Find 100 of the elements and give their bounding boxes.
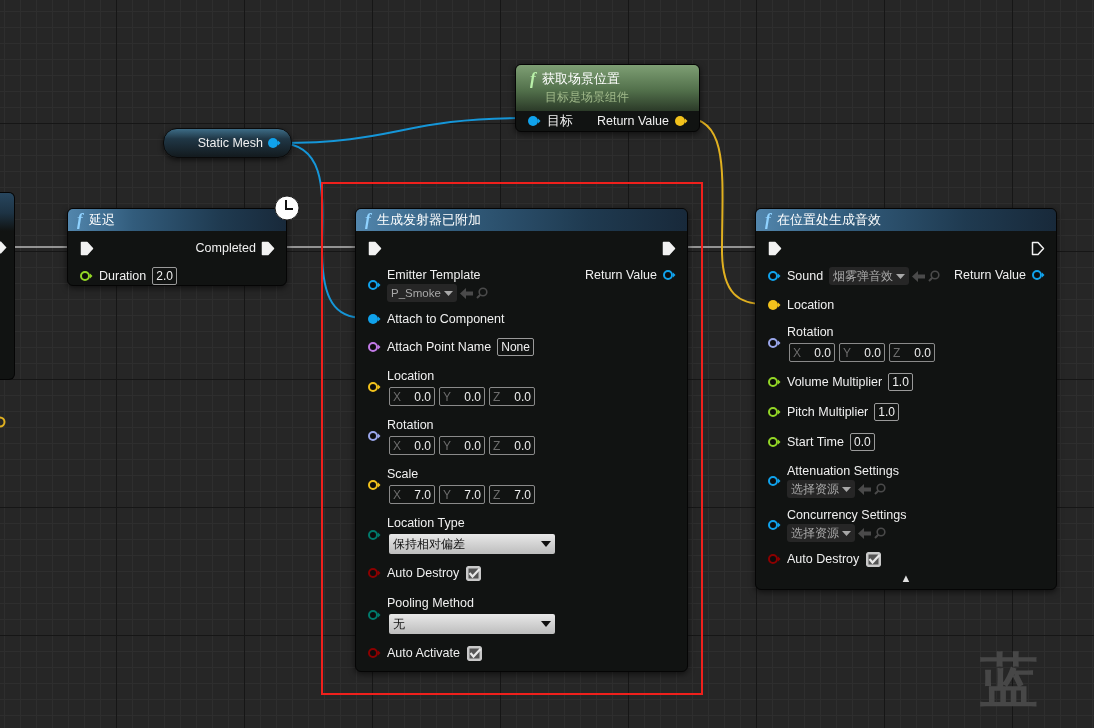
exec-pin-icon[interactable]: [1031, 240, 1045, 256]
dropdown[interactable]: 无: [389, 614, 555, 634]
axis-label: Z: [493, 438, 501, 453]
field-value: 0.0: [864, 345, 881, 360]
value-field[interactable]: Z 7.0: [489, 485, 535, 504]
axis-label: Z: [893, 345, 901, 360]
exec-pin-icon[interactable]: [0, 240, 7, 255]
checkbox[interactable]: [866, 551, 882, 567]
pin-label: Auto Activate: [387, 645, 460, 661]
axis-label: Y: [443, 389, 451, 404]
value-field[interactable]: Z 0.0: [489, 436, 535, 455]
axis-label: Y: [843, 345, 851, 360]
function-icon: f: [77, 211, 83, 229]
pin-icon[interactable]: [527, 115, 541, 127]
value-field[interactable]: 0.0: [849, 433, 875, 451]
pin-icon[interactable]: [267, 137, 281, 149]
pin-icon[interactable]: [767, 299, 781, 311]
value-field[interactable]: X 0.0: [389, 436, 435, 455]
field-value: 0.0: [464, 438, 481, 453]
value-field[interactable]: X 0.0: [389, 387, 435, 406]
axis-label: X: [393, 487, 401, 502]
value-field[interactable]: X 7.0: [389, 485, 435, 504]
pin-icon[interactable]: [79, 270, 93, 282]
checkbox[interactable]: [466, 645, 482, 661]
field-value: 7.0: [414, 487, 431, 502]
pin-icon[interactable]: [367, 430, 381, 442]
pin-icon[interactable]: [767, 436, 781, 448]
pin-label: Concurrency Settings: [787, 507, 907, 523]
axis-label: Z: [493, 487, 501, 502]
exec-pin-icon[interactable]: [261, 240, 275, 256]
pin-icon[interactable]: [367, 479, 381, 491]
asset-dropdown[interactable]: 选择资源: [787, 524, 855, 542]
pin-label: Start Time: [787, 434, 844, 450]
pin-label: Return Value: [584, 267, 657, 283]
exec-pin-icon[interactable]: [368, 240, 382, 256]
pin-icon[interactable]: [367, 381, 381, 393]
axis-label: X: [393, 389, 401, 404]
pin-icon[interactable]: [662, 269, 676, 281]
value-field[interactable]: Y 0.0: [439, 387, 485, 406]
asset-dropdown[interactable]: P_Smoke: [387, 284, 457, 302]
dropdown-arrow-icon: [443, 290, 453, 296]
pin-label: Rotation: [387, 417, 435, 433]
axis-label: X: [793, 345, 801, 360]
asset-dropdown[interactable]: 烟雾弹音效: [829, 267, 910, 285]
value-field[interactable]: Z 0.0: [489, 387, 535, 406]
exec-pin-icon[interactable]: [768, 240, 782, 256]
checkbox[interactable]: [466, 565, 482, 581]
exec-pin-icon[interactable]: [80, 240, 94, 256]
exec-pin-icon[interactable]: [662, 240, 676, 256]
pin-icon[interactable]: [767, 376, 781, 388]
function-icon: f: [365, 211, 371, 229]
pin-icon[interactable]: [0, 416, 6, 428]
pin-label: Auto Destroy: [787, 551, 860, 567]
pin-icon[interactable]: [767, 270, 781, 282]
axis-label: X: [393, 438, 401, 453]
dropdown[interactable]: 保持相对偏差: [389, 534, 555, 554]
node-title: 生成发射器已附加: [376, 211, 481, 229]
node-title: Static Mesh: [197, 135, 263, 151]
pin-icon[interactable]: [367, 313, 381, 325]
axis-label: Y: [443, 438, 451, 453]
value-field[interactable]: 2.0: [152, 267, 177, 285]
pin-label: Rotation: [787, 324, 835, 340]
pin-icon[interactable]: [367, 278, 381, 291]
advanced-toggle[interactable]: ▲: [900, 572, 912, 584]
field-value: 0.0: [414, 438, 431, 453]
pin-icon[interactable]: [367, 341, 381, 353]
node-subtitle: 目标是场景组件: [544, 89, 629, 106]
pin-icon[interactable]: [767, 474, 781, 487]
value-field[interactable]: 1.0: [874, 403, 899, 421]
pin-label: Emitter Template: [387, 267, 482, 283]
pin-label: Return Value: [953, 267, 1026, 283]
dropdown-arrow-icon: [842, 530, 851, 536]
pin-label: Pooling Method: [387, 595, 475, 611]
function-node[interactable]: f 在位置处生成音效 Sound 烟雾弹音效 Location Rotation X 0.0 Y 0.0 Z 0.0 Volume Multiplier 1.0 Pitch Multiplier 1.0 Start Time 0.0 Attenuation Settings 选择资源 Concurrency Settings 选择资源 Auto Destroy Return Value ▲: [755, 208, 1057, 590]
variable-node[interactable]: Static Mesh: [163, 128, 292, 158]
value-field[interactable]: X 0.0: [789, 343, 835, 362]
pin-icon[interactable]: [767, 337, 781, 349]
field-value: 0.0: [464, 389, 481, 404]
field-value: 0.0: [514, 438, 531, 453]
axis-label: Z: [493, 389, 501, 404]
function-node[interactable]: [355, 208, 688, 672]
pin-icon[interactable]: [767, 518, 781, 531]
pin-icon[interactable]: [1031, 269, 1045, 281]
value-field[interactable]: 1.0: [888, 373, 913, 391]
pin-label: Location: [387, 368, 436, 384]
asset-dropdown[interactable]: 选择资源: [787, 480, 855, 498]
pin-icon[interactable]: [767, 406, 781, 418]
pin-label: Return Value: [596, 113, 669, 129]
function-node[interactable]: f 延迟 Completed Duration 2.0: [67, 208, 287, 286]
value-field[interactable]: Y 0.0: [439, 436, 485, 455]
pin-icon[interactable]: [674, 115, 688, 127]
function-icon: f: [765, 211, 771, 229]
field-value: 0.0: [814, 345, 831, 360]
function-node[interactable]: f 获取场景位置 目标是场景组件 目标 Return Value: [515, 64, 700, 132]
field-value: 0.0: [914, 345, 931, 360]
value-field[interactable]: Y 7.0: [439, 485, 485, 504]
value-field[interactable]: Z 0.0: [889, 343, 935, 362]
value-field[interactable]: None: [497, 338, 534, 356]
field-value: 7.0: [514, 487, 531, 502]
value-field[interactable]: Y 0.0: [839, 343, 885, 362]
